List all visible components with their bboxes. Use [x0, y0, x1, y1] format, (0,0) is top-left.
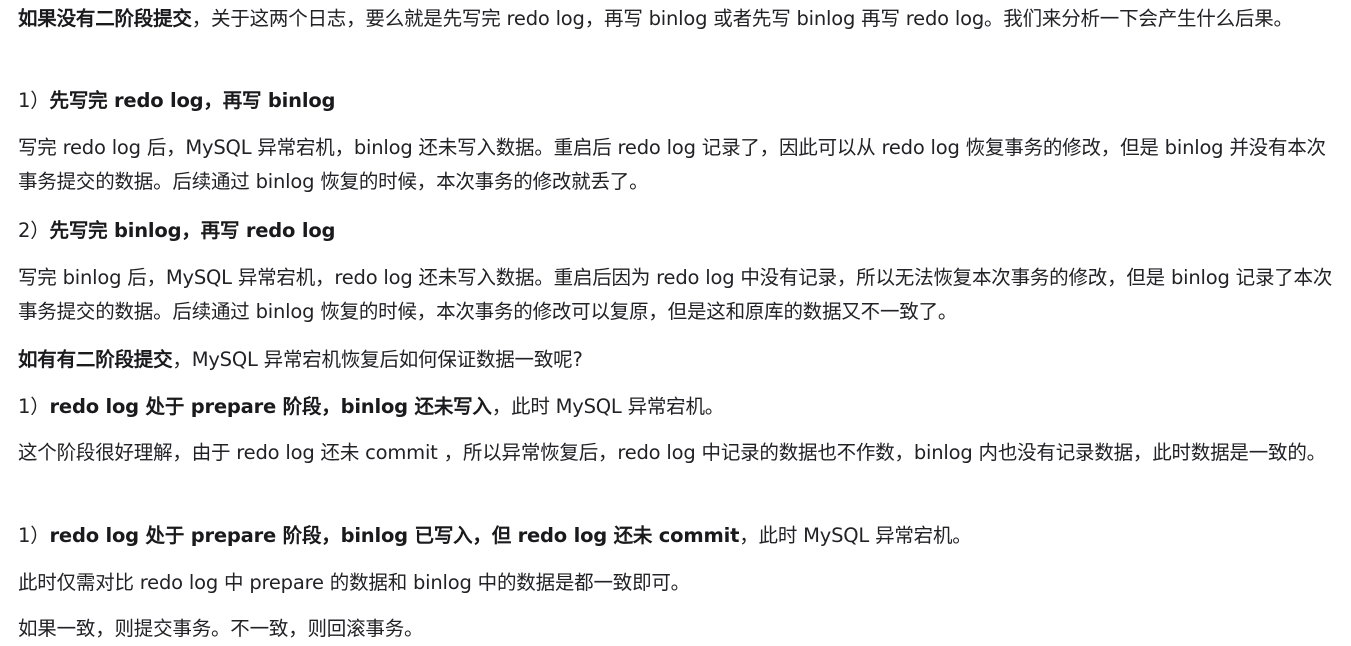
paragraph-binlog-first-explanation: 写完 binlog 后，MySQL 异常宕机，redo log 还未写入数据。重…: [18, 266, 1333, 323]
case-title: redo log 处于 prepare 阶段，binlog 已写入，但 redo…: [49, 524, 740, 547]
case-tail: ，此时 MySQL 异常宕机。: [739, 524, 972, 547]
paragraph-compare-prepare-binlog: 此时仅需对比 redo log 中 prepare 的数据和 binlog 中的…: [18, 571, 690, 594]
bold-lead-with-two-phase-commit: 如有有二阶段提交: [18, 348, 173, 371]
paragraph-redo-first-explanation: 写完 redo log 后，MySQL 异常宕机，binlog 还未写入数据。重…: [18, 136, 1326, 193]
case-tail: ，此时 MySQL 异常宕机。: [491, 395, 725, 418]
case-title: 先写完 binlog，再写 redo log: [49, 219, 336, 242]
case-heading-prepare-no-binlog: 1）redo log 处于 prepare 阶段，binlog 还未写入，此时 …: [18, 390, 724, 424]
case-number: 1）: [18, 395, 50, 418]
case-title: redo log 处于 prepare 阶段，binlog 还未写入: [49, 395, 492, 418]
case-number: 2）: [18, 219, 50, 242]
case-number: 1）: [18, 524, 50, 547]
case-heading-redo-first: 1）先写完 redo log，再写 binlog: [18, 84, 335, 118]
bold-lead-no-two-phase-commit: 如果没有二阶段提交: [18, 7, 192, 30]
paragraph-text: ，关于这两个日志，要么就是先写完 redo log，再写 binlog 或者先写…: [191, 7, 1293, 30]
paragraph-prepare-no-binlog-explanation: 这个阶段很好理解，由于 redo log 还未 commit ，所以异常恢复后，…: [18, 441, 1326, 464]
paragraph-text: ，MySQL 异常宕机恢复后如何保证数据一致呢?: [172, 348, 583, 371]
case-heading-binlog-first: 2）先写完 binlog，再写 redo log: [18, 214, 335, 248]
paragraph-no-two-phase-commit: 如果没有二阶段提交，关于这两个日志，要么就是先写完 redo log，再写 bi…: [18, 2, 1336, 36]
paragraph-with-two-phase-commit: 如有有二阶段提交，MySQL 异常宕机恢复后如何保证数据一致呢?: [18, 343, 583, 377]
case-title: 先写完 redo log，再写 binlog: [49, 89, 336, 112]
case-number: 1）: [18, 89, 50, 112]
case-heading-prepare-binlog-written: 1）redo log 处于 prepare 阶段，binlog 已写入，但 re…: [18, 519, 972, 553]
paragraph-commit-or-rollback: 如果一致，则提交事务。不一致，则回滚事务。: [18, 617, 424, 640]
